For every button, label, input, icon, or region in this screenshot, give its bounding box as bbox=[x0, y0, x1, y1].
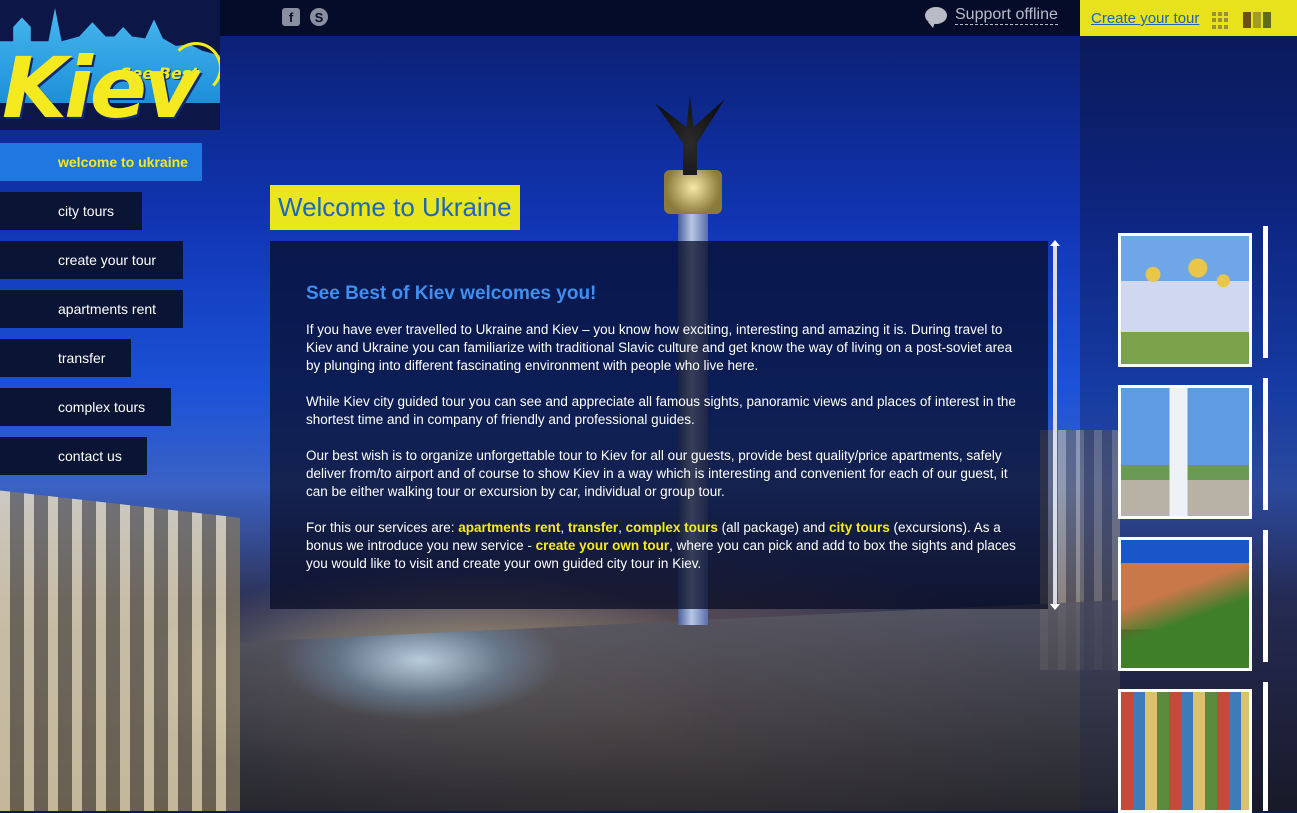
nav-item-contact-us[interactable]: contact us bbox=[0, 437, 147, 475]
link-transfer[interactable]: transfer bbox=[568, 520, 618, 535]
nav-item-transfer[interactable]: transfer bbox=[0, 339, 131, 377]
site-logo[interactable]: See Best of Kiev bbox=[0, 0, 220, 130]
grid-dot bbox=[1224, 12, 1228, 16]
create-your-tour-link[interactable]: Create your tour bbox=[1091, 10, 1199, 27]
chat-bubble-icon bbox=[925, 7, 947, 28]
skype-icon[interactable]: S bbox=[310, 8, 328, 26]
content-panel: See Best of Kiev welcomes you! If you ha… bbox=[270, 241, 1048, 609]
nav-item-complex-tours[interactable]: complex tours bbox=[0, 388, 171, 426]
grid-dot bbox=[1224, 18, 1228, 23]
grid-dot bbox=[1212, 18, 1216, 23]
paragraph-services: For this our services are: apartments re… bbox=[306, 519, 1018, 573]
grid-dot bbox=[1218, 12, 1222, 16]
link-complex-tours[interactable]: complex tours bbox=[626, 520, 718, 535]
paragraph-intro: If you have ever travelled to Ukraine an… bbox=[306, 322, 1013, 373]
monument-capital bbox=[664, 170, 722, 214]
thumbnail-edge bbox=[1263, 226, 1268, 358]
support-status-text[interactable]: Support offline bbox=[955, 6, 1058, 25]
services-text: (all package) and bbox=[717, 520, 829, 535]
logo-wordmark: Kiev bbox=[2, 39, 199, 130]
link-create-your-own-tour[interactable]: create your own tour bbox=[536, 538, 670, 553]
grid-view-icon[interactable] bbox=[1212, 12, 1229, 29]
thumbnail-edge bbox=[1263, 530, 1268, 662]
tiles-view-icon[interactable] bbox=[1243, 12, 1271, 28]
paragraph-guided-tour: While Kiev city guided tour you can see … bbox=[306, 394, 1016, 427]
tile-bar bbox=[1263, 12, 1271, 28]
thumbnail-st-sophia-cathedral[interactable] bbox=[1118, 385, 1252, 519]
background-building-left bbox=[0, 490, 240, 811]
tile-bar bbox=[1253, 12, 1261, 28]
nav-item-apartments-rent[interactable]: apartments rent bbox=[0, 290, 183, 328]
link-apartments-rent[interactable]: apartments rent bbox=[458, 520, 560, 535]
content-scrollbar[interactable] bbox=[1050, 240, 1060, 610]
thumbnail-art-market[interactable] bbox=[1118, 689, 1252, 813]
create-tour-box: Create your tour bbox=[1080, 0, 1297, 36]
nav-item-city-tours[interactable]: city tours bbox=[0, 192, 142, 230]
services-intro: For this our services are: bbox=[306, 520, 459, 535]
facebook-icon[interactable]: f bbox=[282, 8, 300, 26]
paragraph-best-wish: Our best wish is to organize unforgettab… bbox=[306, 448, 1008, 499]
grid-dot bbox=[1212, 12, 1216, 16]
services-separator: , bbox=[618, 520, 626, 535]
thumbnail-golden-gate[interactable] bbox=[1118, 537, 1252, 671]
grid-dot bbox=[1218, 18, 1222, 23]
link-city-tours[interactable]: city tours bbox=[829, 520, 890, 535]
grid-dot bbox=[1218, 24, 1222, 29]
grid-dot bbox=[1224, 24, 1228, 29]
nav-item-create-your-tour[interactable]: create your tour bbox=[0, 241, 183, 279]
thumbnail-edge bbox=[1263, 378, 1268, 510]
thumbnail-st-michaels-monastery[interactable] bbox=[1118, 233, 1252, 367]
social-links: f S bbox=[282, 8, 328, 26]
services-separator: , bbox=[560, 520, 568, 535]
page-title: Welcome to Ukraine bbox=[270, 185, 520, 230]
grid-dot bbox=[1212, 24, 1216, 29]
thumbnail-edge bbox=[1263, 682, 1268, 811]
support-status[interactable]: Support offline bbox=[925, 6, 1058, 28]
content-body: If you have ever travelled to Ukraine an… bbox=[306, 321, 1018, 591]
tile-bar bbox=[1243, 12, 1251, 28]
content-heading: See Best of Kiev welcomes you! bbox=[306, 283, 597, 304]
nav-item-welcome-to-ukraine[interactable]: welcome to ukraine bbox=[0, 143, 202, 181]
